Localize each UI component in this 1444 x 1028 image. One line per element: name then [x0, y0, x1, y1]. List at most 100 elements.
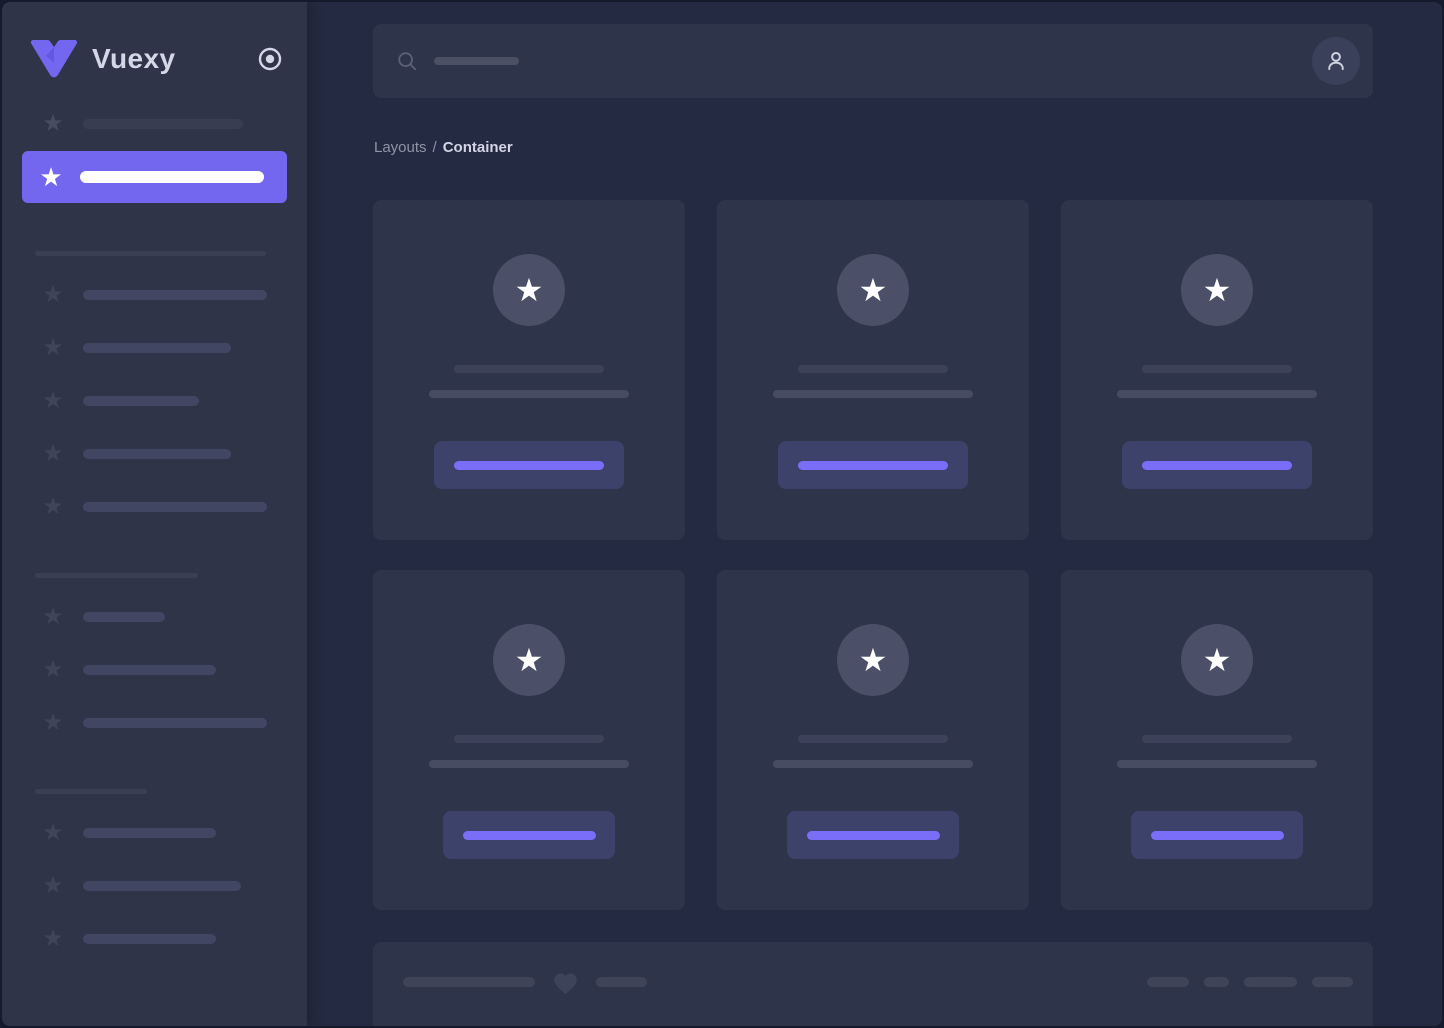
app-window: Vuexy ★ ★ ★ ★ ★ ★ ★ ★ ★ ★ ★ ★ ★ Layouts …: [0, 0, 1444, 1028]
breadcrumb: Layouts / Container: [374, 139, 1373, 157]
skeleton-label: [83, 933, 216, 944]
button-label-skeleton: [1142, 460, 1292, 470]
star-icon: ★: [858, 272, 888, 308]
card-action-button[interactable]: [778, 441, 968, 489]
skeleton-label: [83, 395, 199, 406]
card-action-button[interactable]: [1122, 441, 1312, 489]
main-content: Layouts / Container ★ ★ ★ ★ ★ ★: [307, 2, 1442, 1026]
footer-link-skeleton: [1244, 977, 1297, 987]
sidebar-section: ★ ★ ★ ★ ★: [2, 251, 307, 533]
button-label-skeleton: [798, 460, 948, 470]
breadcrumb-separator: /: [432, 139, 437, 156]
star-icon: ★: [42, 818, 64, 846]
button-label-skeleton: [806, 830, 940, 840]
star-icon: ★: [42, 492, 64, 520]
sidebar-item[interactable]: ★: [2, 427, 307, 480]
card-avatar: ★: [493, 254, 565, 326]
user-avatar[interactable]: [1312, 37, 1360, 85]
content-card: ★: [373, 200, 685, 540]
subtitle-skeleton: [1117, 760, 1317, 768]
skeleton-label: [83, 342, 231, 353]
sidebar-item[interactable]: ★: [2, 268, 307, 321]
card-grid: ★ ★ ★ ★ ★ ★: [373, 200, 1373, 910]
search-placeholder-skeleton: [434, 57, 519, 65]
star-icon: ★: [42, 386, 64, 414]
footer-text-skeleton: [596, 977, 647, 987]
card-action-button[interactable]: [787, 811, 959, 859]
sidebar-header: Vuexy: [2, 2, 307, 79]
star-icon: ★: [514, 642, 544, 678]
sidebar-item[interactable]: ★: [2, 321, 307, 374]
sidebar-item[interactable]: ★: [2, 696, 307, 749]
star-icon: ★: [1202, 272, 1232, 308]
sidebar-item[interactable]: ★: [2, 112, 307, 136]
content-card: ★: [717, 570, 1029, 910]
star-icon: ★: [42, 439, 64, 467]
sidebar-item[interactable]: ★: [2, 480, 307, 533]
skeleton-label: [83, 880, 241, 891]
skeleton-label: [83, 501, 267, 512]
content-card: ★: [1061, 570, 1373, 910]
footer-links: [1147, 977, 1353, 987]
title-skeleton: [1142, 365, 1292, 373]
sidebar-section: ★ ★ ★: [2, 573, 307, 749]
star-icon: ★: [42, 655, 64, 683]
card-action-button[interactable]: [1131, 811, 1303, 859]
section-heading-skeleton: [35, 789, 147, 794]
content-card: ★: [717, 200, 1029, 540]
star-icon: ★: [42, 333, 64, 361]
star-icon: ★: [42, 280, 64, 308]
sidebar-item[interactable]: ★: [2, 643, 307, 696]
card-action-button[interactable]: [434, 441, 624, 489]
heart-icon[interactable]: [552, 970, 579, 995]
sidebar-item[interactable]: ★: [2, 374, 307, 427]
skeleton-label: [83, 717, 267, 728]
title-skeleton: [798, 735, 948, 743]
pin-toggle-icon[interactable]: [257, 46, 283, 72]
star-icon: ★: [42, 110, 64, 137]
star-icon: ★: [42, 871, 64, 899]
button-label-skeleton: [462, 830, 596, 840]
skeleton-label: [83, 827, 216, 838]
title-skeleton: [454, 735, 604, 743]
card-action-button[interactable]: [443, 811, 615, 859]
title-skeleton: [798, 365, 948, 373]
star-icon: ★: [39, 162, 63, 192]
skeleton-label: [83, 664, 216, 675]
skeleton-label: [83, 448, 231, 459]
star-icon: ★: [1202, 642, 1232, 678]
breadcrumb-section[interactable]: Layouts: [374, 139, 427, 156]
brand-name[interactable]: Vuexy: [92, 43, 175, 75]
skeleton-label: [83, 611, 165, 622]
subtitle-skeleton: [773, 390, 973, 398]
card-avatar: ★: [1181, 254, 1253, 326]
star-icon: ★: [42, 708, 64, 736]
button-label-skeleton: [454, 460, 604, 470]
sidebar-item[interactable]: ★: [2, 859, 307, 912]
sidebar-item[interactable]: ★: [2, 912, 307, 965]
skeleton-label: [83, 289, 267, 300]
subtitle-skeleton: [429, 760, 629, 768]
skeleton-label: [80, 171, 264, 183]
card-avatar: ★: [837, 624, 909, 696]
sidebar-item[interactable]: ★: [2, 806, 307, 859]
star-icon: ★: [858, 642, 888, 678]
footer-link-skeleton: [1204, 977, 1229, 987]
title-skeleton: [1142, 735, 1292, 743]
sidebar: Vuexy ★ ★ ★ ★ ★ ★ ★ ★ ★ ★ ★ ★ ★: [2, 2, 307, 1026]
button-label-skeleton: [1150, 830, 1284, 840]
sidebar-item[interactable]: ★: [2, 590, 307, 643]
sidebar-item-active[interactable]: ★: [22, 151, 287, 203]
footer-card: [373, 942, 1373, 1026]
footer-link-skeleton: [1147, 977, 1189, 987]
card-avatar: ★: [837, 254, 909, 326]
subtitle-skeleton: [1117, 390, 1317, 398]
card-avatar: ★: [493, 624, 565, 696]
brand-logo-icon[interactable]: [30, 38, 78, 79]
star-icon: ★: [42, 602, 64, 630]
section-heading-skeleton: [35, 573, 198, 578]
breadcrumb-current: Container: [442, 139, 513, 156]
skeleton-label: [83, 119, 243, 129]
star-icon: ★: [514, 272, 544, 308]
search-bar[interactable]: [373, 24, 1373, 98]
